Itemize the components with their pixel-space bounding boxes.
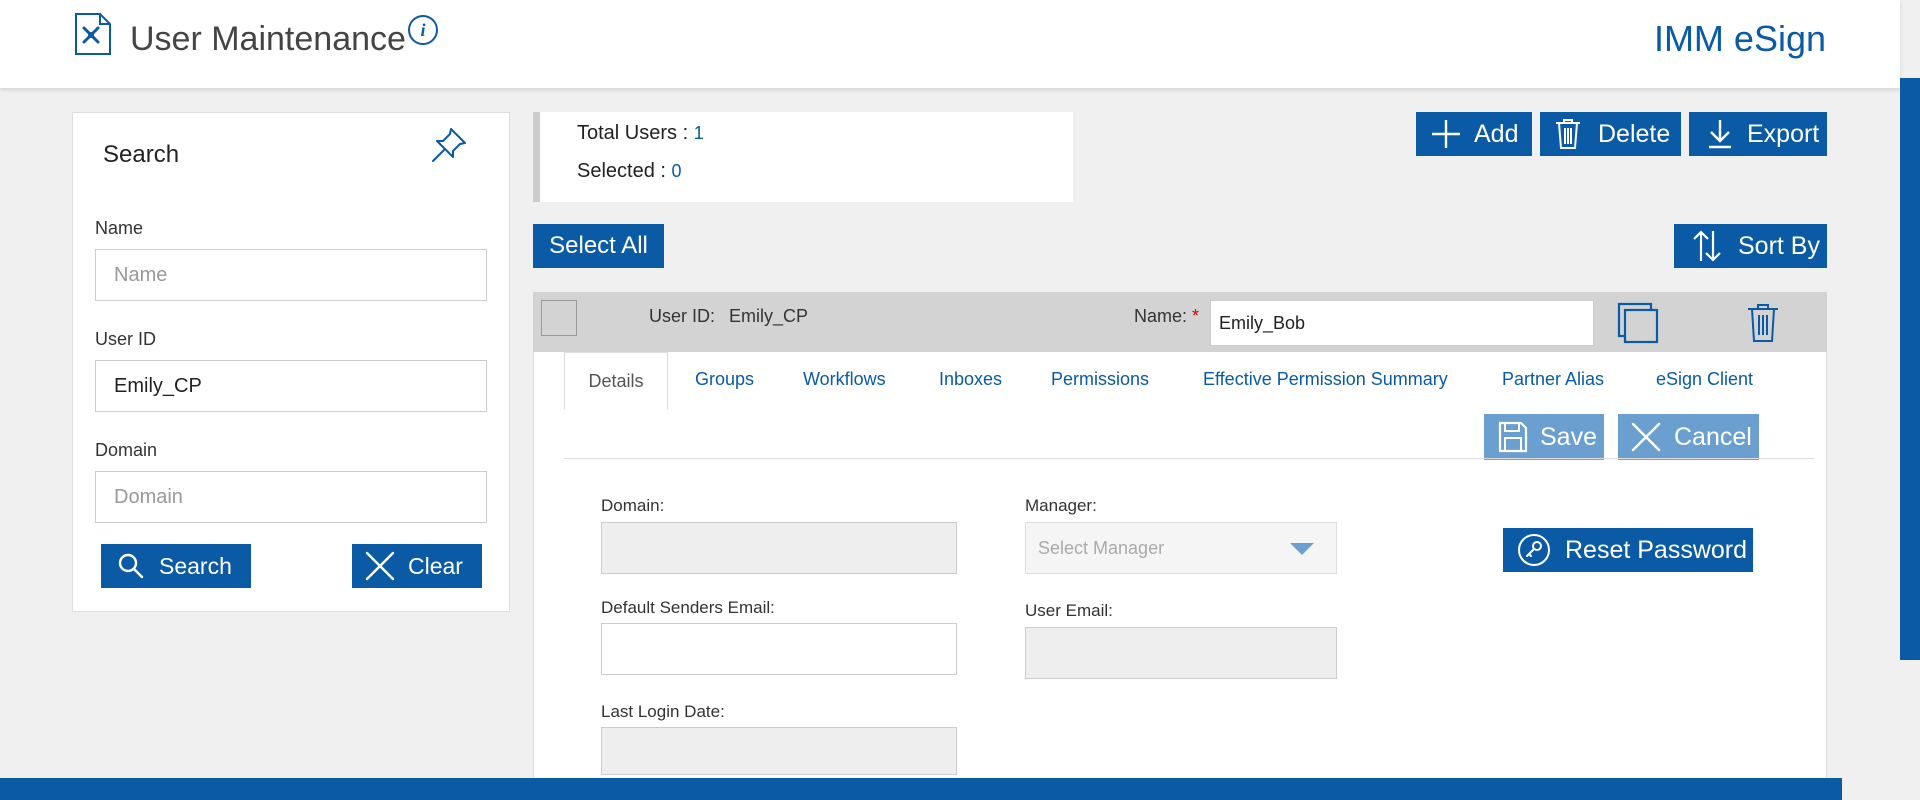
tab-details[interactable]: Details xyxy=(564,352,668,410)
add-button-label: Add xyxy=(1474,119,1519,148)
chevron-down-icon xyxy=(1290,543,1314,555)
search-button[interactable]: Search xyxy=(101,544,251,588)
default-senders-email-input[interactable] xyxy=(601,623,957,675)
user-name-input[interactable] xyxy=(1210,300,1594,346)
user-email-field xyxy=(1025,627,1337,679)
tab-esign-client[interactable]: eSign Client xyxy=(1654,369,1755,390)
download-icon xyxy=(1709,120,1731,149)
search-button-label: Search xyxy=(159,552,232,579)
tab-inboxes[interactable]: Inboxes xyxy=(937,369,1004,390)
plus-icon xyxy=(1432,120,1460,148)
total-users: Total Users : 1 xyxy=(577,122,704,145)
tab-groups[interactable]: Groups xyxy=(693,369,756,390)
user-row-header: User ID: Emily_CP Name: * xyxy=(533,292,1827,352)
name-label: Name xyxy=(95,218,144,238)
key-icon xyxy=(1518,534,1550,566)
required-marker: * xyxy=(1192,306,1200,326)
app-header: User Maintenance i IMM eSign xyxy=(0,0,1900,88)
save-button-label: Save xyxy=(1540,422,1597,451)
save-button[interactable]: Save xyxy=(1484,414,1604,460)
counts-panel: Total Users : 1 Selected : 0 xyxy=(533,112,1073,202)
sort-icon xyxy=(1693,230,1721,262)
user-id-value: Emily_CP xyxy=(729,306,809,326)
info-icon[interactable]: i xyxy=(408,15,438,45)
delete-button[interactable]: Delete xyxy=(1540,112,1681,156)
domain-field xyxy=(601,522,957,574)
page-title: User Maintenance xyxy=(130,20,406,58)
manager-select[interactable]: Select Manager xyxy=(1025,522,1337,574)
brand-name: IMM eSign xyxy=(1653,18,1826,59)
cancel-button-label: Cancel xyxy=(1674,422,1752,451)
select-all-label: Select All xyxy=(549,232,648,259)
last-login-date-field xyxy=(601,727,957,775)
manager-label: Manager: xyxy=(1025,496,1097,515)
clear-button-label: Clear xyxy=(408,552,463,579)
export-button-label: Export xyxy=(1747,119,1820,148)
tab-permissions[interactable]: Permissions xyxy=(1049,369,1151,390)
selected-count: Selected : 0 xyxy=(577,160,682,183)
reset-password-button[interactable]: Reset Password xyxy=(1503,528,1753,572)
selected-label: Selected : xyxy=(577,160,672,182)
sort-by-label: Sort By xyxy=(1738,231,1820,260)
search-panel-title: Search xyxy=(103,141,180,168)
reset-password-label: Reset Password xyxy=(1565,535,1748,564)
vertical-scrollbar[interactable] xyxy=(1900,78,1920,660)
user-id-label: User ID: xyxy=(649,306,716,326)
userid-label: User ID xyxy=(95,329,157,349)
close-icon xyxy=(365,551,395,581)
domain-label: Domain xyxy=(95,440,158,460)
userid-input[interactable] xyxy=(95,360,487,412)
bottom-bar xyxy=(0,778,1842,800)
add-button[interactable]: Add xyxy=(1416,112,1532,156)
close-icon xyxy=(1631,422,1661,452)
user-row-checkbox[interactable] xyxy=(541,300,577,336)
copy-icon[interactable] xyxy=(1617,302,1659,344)
domain-field-label: Domain: xyxy=(601,496,665,515)
user-email-label: User Email: xyxy=(1025,601,1113,620)
trash-icon xyxy=(1556,119,1580,149)
delete-button-label: Delete xyxy=(1598,119,1671,148)
total-users-label: Total Users : xyxy=(577,122,694,144)
user-name-label-text: Name: xyxy=(1134,306,1188,326)
pin-icon[interactable] xyxy=(429,125,469,165)
export-button[interactable]: Export xyxy=(1689,112,1827,156)
name-input[interactable] xyxy=(95,249,487,301)
user-details-panel: Details Groups Workflows Inboxes Permiss… xyxy=(533,352,1827,782)
sort-by-button[interactable]: Sort By xyxy=(1674,224,1827,268)
tools-document-icon xyxy=(75,13,111,55)
save-icon xyxy=(1498,421,1528,453)
tab-workflows[interactable]: Workflows xyxy=(801,369,888,390)
user-name-label: Name: * xyxy=(1134,306,1199,327)
select-all-button[interactable]: Select All xyxy=(533,224,664,268)
clear-button[interactable]: Clear xyxy=(352,544,482,588)
cancel-button[interactable]: Cancel xyxy=(1618,414,1759,460)
total-users-value: 1 xyxy=(693,123,704,143)
tab-effective-permission-summary[interactable]: Effective Permission Summary xyxy=(1201,369,1450,390)
selected-value: 0 xyxy=(671,161,682,181)
default-senders-email-label: Default Senders Email: xyxy=(601,598,775,617)
tabs-divider xyxy=(564,458,1814,459)
search-icon xyxy=(118,553,144,579)
tab-partner-alias[interactable]: Partner Alias xyxy=(1500,369,1606,390)
last-login-date-label: Last Login Date: xyxy=(601,702,725,721)
search-panel: Search Name User ID Domain Search Clear xyxy=(72,112,510,612)
manager-select-placeholder: Select Manager xyxy=(1038,538,1165,558)
trash-icon[interactable] xyxy=(1745,302,1781,344)
domain-input[interactable] xyxy=(95,471,487,523)
